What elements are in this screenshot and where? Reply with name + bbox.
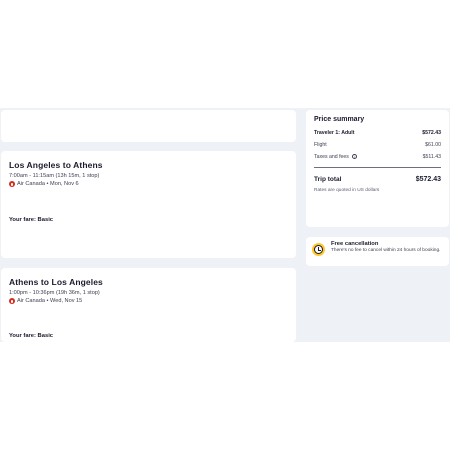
taxes-label: Taxes and fees (314, 154, 349, 160)
traveler-row: Traveler 1: Adult $572.43 (314, 130, 441, 136)
clock-hand (318, 249, 321, 251)
flight-price-label: Flight (314, 142, 327, 148)
flight-price-row: Flight $61.00 (314, 142, 441, 148)
flight-price-value: $61.00 (425, 142, 441, 148)
fare-label: Your fare: Basic (9, 217, 54, 223)
price-summary-card: Price summary Traveler 1: Adult $572.43 … (306, 110, 449, 227)
flight-time: 1:00pm - 10:36pm (19h 36m, 1 stop) (9, 290, 100, 296)
top-card (1, 110, 296, 142)
cancellation-description: There's no fee to cancel within 24 hours… (331, 248, 441, 253)
free-cancellation-card: Free cancellation There's no fee to canc… (306, 237, 449, 266)
flight-airline-row: Air Canada • Wed, Nov 15 (9, 298, 296, 304)
info-icon[interactable]: i (352, 154, 358, 160)
clock-icon (312, 243, 325, 256)
trip-total-value: $572.43 (415, 176, 441, 183)
taxes-value: $511.43 (422, 154, 441, 160)
trip-total-label: Trip total (314, 176, 342, 183)
currency-note: Rates are quoted in US dollars (314, 188, 380, 193)
flight-airline-row: Air Canada • Mon, Nov 6 (9, 181, 296, 187)
traveler-value: $572.43 (422, 130, 441, 136)
cancellation-title: Free cancellation (331, 241, 379, 247)
flight-airline-date: Air Canada • Wed, Nov 15 (17, 298, 83, 304)
taxes-row: Taxes and fees i $511.43 (314, 154, 441, 160)
price-summary-title: Price summary (314, 116, 365, 123)
fare-label: Your fare: Basic (9, 333, 54, 339)
flight-airline-date: Air Canada • Mon, Nov 6 (17, 181, 79, 187)
air-canada-logo-icon (9, 181, 15, 187)
flight-title: Athens to Los Angeles (9, 277, 103, 287)
outbound-flight-card[interactable]: Los Angeles to Athens 7:00am - 11:15am (… (1, 151, 296, 258)
price-divider (314, 167, 441, 168)
air-canada-logo-icon (9, 298, 15, 304)
flight-time: 7:00am - 11:15am (13h 15m, 1 stop) (9, 173, 100, 179)
cancellation-text: Free cancellation There's no fee to canc… (331, 241, 440, 262)
traveler-label: Traveler 1: Adult (314, 130, 355, 136)
return-flight-card[interactable]: Athens to Los Angeles 1:00pm - 10:36pm (… (1, 268, 296, 342)
trip-total-row: Trip total $572.43 (314, 176, 441, 183)
flight-title: Los Angeles to Athens (9, 160, 103, 170)
